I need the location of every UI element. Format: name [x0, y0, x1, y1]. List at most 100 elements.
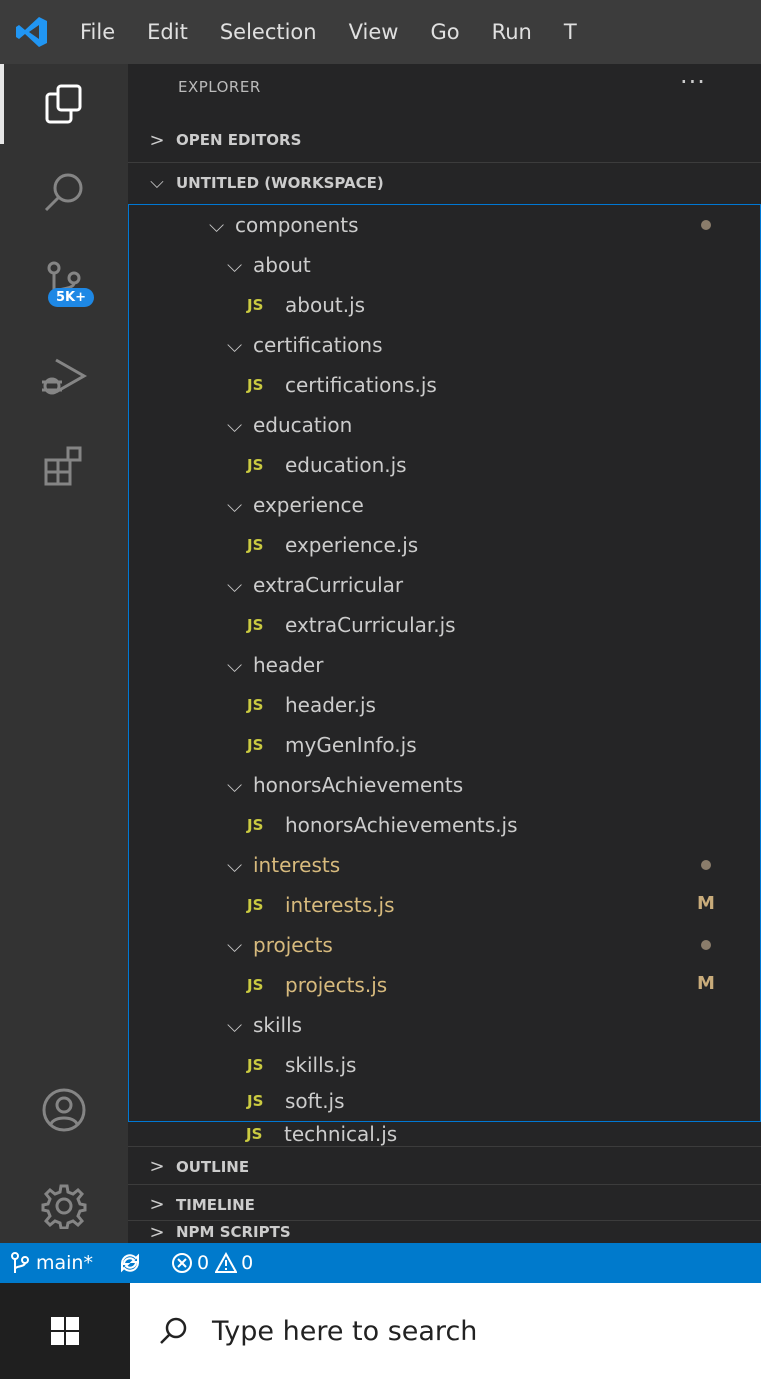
js-file-icon: JS: [247, 1092, 264, 1110]
menu-run[interactable]: Run: [476, 0, 548, 64]
explorer-icon[interactable]: [0, 64, 128, 144]
tree-folder-about[interactable]: ⌵ about: [129, 245, 760, 285]
tree-folder-interests[interactable]: ⌵ interests: [129, 845, 760, 885]
folder-label: certifications: [253, 333, 383, 357]
file-label: certifications.js: [285, 373, 437, 397]
menu-view[interactable]: View: [333, 0, 415, 64]
folder-label: projects: [253, 933, 333, 957]
tree-folder-honors[interactable]: ⌵ honorsAchievements: [129, 765, 760, 805]
js-file-icon: JS: [247, 736, 264, 754]
chevron-down-icon: ⌵: [227, 933, 243, 957]
folder-label: education: [253, 413, 353, 437]
branch-icon: [11, 1252, 29, 1273]
file-label: projects.js: [285, 973, 388, 997]
folder-label: components: [235, 213, 359, 237]
chevron-right-icon: >: [149, 1194, 165, 1215]
file-label: about.js: [285, 293, 366, 317]
branch-name: main*: [36, 1252, 93, 1274]
extensions-icon[interactable]: [0, 426, 128, 506]
tree-folder-extracurricular[interactable]: ⌵ extraCurricular: [129, 565, 760, 605]
chevron-down-icon: ⌵: [227, 333, 243, 357]
tree-file-certifications[interactable]: JS certifications.js: [129, 365, 760, 405]
explorer-sidebar: EXPLORER ··· > OPEN EDITORS ⌵ UNTITLED (…: [128, 64, 761, 1243]
tree-file-interests[interactable]: JS interests.js M: [129, 885, 760, 925]
npm-scripts-section[interactable]: > NPM SCRIPTS: [128, 1220, 761, 1243]
timeline-label: TIMELINE: [176, 1195, 255, 1214]
chevron-down-icon: ⌵: [227, 653, 243, 677]
start-button[interactable]: [0, 1283, 130, 1379]
js-file-icon: JS: [247, 376, 264, 394]
open-editors-section[interactable]: > OPEN EDITORS: [128, 120, 761, 160]
tree-folder-education[interactable]: ⌵ education: [129, 405, 760, 445]
windows-taskbar: Type here to search: [0, 1283, 761, 1379]
tree-file-mygeninfo[interactable]: JS myGenInfo.js: [129, 725, 760, 765]
tree-file-about[interactable]: JS about.js: [129, 285, 760, 325]
branch-indicator[interactable]: main*: [10, 1252, 93, 1274]
js-file-icon: JS: [246, 1125, 263, 1143]
modified-badge: M: [697, 893, 715, 914]
source-control-icon[interactable]: 5K+: [0, 242, 128, 322]
sync-icon: [120, 1253, 139, 1273]
chevron-right-icon: >: [149, 129, 165, 151]
chevron-down-icon: ⌵: [209, 213, 225, 237]
tree-folder-header[interactable]: ⌵ header: [129, 645, 760, 685]
tree-folder-components[interactable]: ⌵ components: [129, 205, 760, 245]
chevron-down-icon: ⌵: [227, 773, 243, 797]
file-label: extraCurricular.js: [285, 613, 456, 637]
file-label: soft.js: [285, 1089, 345, 1113]
warning-icon: [215, 1252, 238, 1273]
explorer-title: EXPLORER: [178, 78, 261, 96]
outline-label: OUTLINE: [176, 1157, 250, 1176]
run-debug-icon[interactable]: [0, 336, 128, 416]
chevron-down-icon: ⌵: [227, 253, 243, 277]
tree-file-header[interactable]: JS header.js: [129, 685, 760, 725]
search-icon: [160, 1317, 187, 1344]
accounts-icon[interactable]: [0, 1070, 128, 1150]
menu-bar: File Edit Selection View Go Run T: [0, 0, 761, 64]
file-label: education.js: [285, 453, 407, 477]
sync-button[interactable]: [119, 1252, 141, 1274]
folder-label: interests: [253, 853, 341, 877]
js-file-icon: JS: [247, 296, 264, 314]
js-file-icon: JS: [247, 456, 264, 474]
tree-folder-projects[interactable]: ⌵ projects: [129, 925, 760, 965]
folder-label: experience: [253, 493, 364, 517]
taskbar-search-box[interactable]: Type here to search: [130, 1283, 761, 1379]
more-actions-button[interactable]: ···: [680, 68, 706, 96]
tree-file-extracurricular[interactable]: JS extraCurricular.js: [129, 605, 760, 645]
menu-selection[interactable]: Selection: [204, 0, 333, 64]
error-count: 0: [196, 1252, 210, 1274]
tree-folder-skills[interactable]: ⌵ skills: [129, 1005, 760, 1045]
file-label: header.js: [285, 693, 376, 717]
file-label: interests.js: [285, 893, 395, 917]
workspace-section[interactable]: ⌵ UNTITLED (WORKSPACE): [128, 162, 761, 202]
tree-file-honors[interactable]: JS honorsAchievements.js: [129, 805, 760, 845]
modified-badge: M: [697, 973, 715, 994]
folder-label: header: [253, 653, 324, 677]
js-file-icon: JS: [247, 896, 264, 914]
tree-file-projects[interactable]: JS projects.js M: [129, 965, 760, 1005]
tree-folder-experience[interactable]: ⌵ experience: [129, 485, 760, 525]
windows-logo-icon: [51, 1317, 79, 1345]
menu-edit[interactable]: Edit: [131, 0, 204, 64]
modified-dot-icon: [701, 940, 711, 950]
menu-go[interactable]: Go: [414, 0, 475, 64]
problems-indicator[interactable]: 0 0: [171, 1252, 253, 1274]
npm-scripts-label: NPM SCRIPTS: [176, 1223, 291, 1241]
tree-file-education[interactable]: JS education.js: [129, 445, 760, 485]
chevron-down-icon: ⌵: [150, 172, 164, 193]
search-icon[interactable]: [0, 152, 128, 232]
menu-file[interactable]: File: [64, 0, 131, 64]
menu-terminal[interactable]: T: [548, 0, 593, 64]
folder-label: about: [253, 253, 311, 277]
js-file-icon: JS: [247, 536, 264, 554]
chevron-down-icon: ⌵: [227, 853, 243, 877]
tree-file-technical[interactable]: JS technical.js: [128, 1114, 759, 1154]
timeline-section[interactable]: > TIMELINE: [128, 1184, 761, 1224]
chevron-down-icon: ⌵: [227, 1013, 243, 1037]
tree-folder-certifications[interactable]: ⌵ certifications: [129, 325, 760, 365]
tree-file-experience[interactable]: JS experience.js: [129, 525, 760, 565]
manage-gear-icon[interactable]: [0, 1166, 128, 1246]
tree-file-skills[interactable]: JS skills.js: [129, 1045, 760, 1085]
source-control-badge: 5K+: [48, 288, 95, 307]
